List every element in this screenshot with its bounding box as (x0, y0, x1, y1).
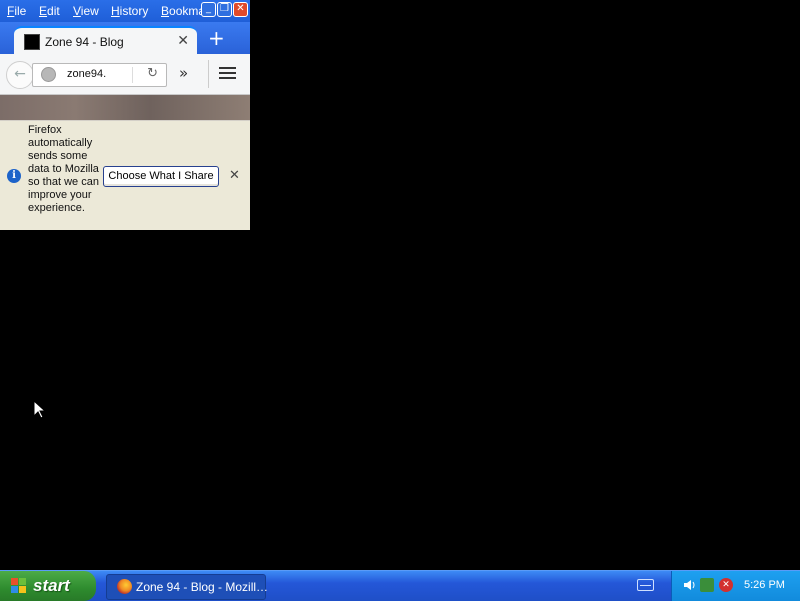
hamburger-menu-icon[interactable] (219, 67, 236, 82)
minimize-button[interactable]: _ (201, 2, 216, 17)
url-separator (132, 67, 133, 83)
menu-view[interactable]: View (73, 4, 99, 18)
clock: 5:26 PM (744, 579, 785, 591)
menu-edit[interactable]: Edit (39, 4, 60, 18)
taskbar: start Zone 94 - Blog - Mozill… ✕ 5:26 PM (0, 570, 800, 601)
tab-strip: Zone 94 - Blog ✕ + (0, 22, 250, 56)
volume-icon[interactable] (682, 578, 696, 592)
close-window-button[interactable]: ✕ (233, 2, 248, 17)
new-tab-button[interactable]: + (208, 26, 225, 50)
start-label: start (33, 576, 70, 595)
toolbar-divider (208, 60, 209, 88)
keyboard-icon[interactable] (637, 579, 654, 591)
window-controls: _ ❐ ✕ (201, 2, 248, 17)
restore-button[interactable]: ❐ (217, 2, 232, 17)
data-sharing-notification: i Firefox automatically sends some data … (0, 120, 250, 230)
page-content-header-image (0, 95, 250, 120)
tab-title: Zone 94 - Blog (45, 35, 124, 49)
windows-logo-icon (11, 578, 27, 594)
site-favicon-icon (24, 34, 40, 50)
globe-icon[interactable] (41, 67, 56, 82)
menu-bar: File Edit View History Bookmar _ ❐ ✕ (0, 0, 250, 22)
tab-zone94-blog[interactable]: Zone 94 - Blog ✕ (14, 26, 197, 56)
menu-history[interactable]: History (111, 4, 148, 18)
menu-file[interactable]: File (7, 4, 26, 18)
reload-icon[interactable]: ↻ (147, 66, 158, 81)
tab-close-icon[interactable]: ✕ (177, 33, 189, 49)
mouse-cursor-icon (33, 400, 45, 419)
security-shield-icon[interactable]: ✕ (719, 578, 733, 592)
back-arrow-icon[interactable]: ← (6, 61, 34, 89)
firefox-icon (117, 579, 132, 594)
notification-close-icon[interactable]: ✕ (229, 168, 240, 183)
info-icon: i (7, 169, 21, 183)
choose-what-i-share-button[interactable]: Choose What I Share (103, 166, 219, 187)
firefox-window: File Edit View History Bookmar _ ❐ ✕ Zon… (0, 0, 250, 230)
network-icon[interactable] (700, 578, 714, 592)
navigation-bar: ← zone94. ↻ » (0, 54, 250, 95)
url-bar[interactable]: zone94. ↻ (32, 63, 167, 87)
start-button[interactable]: start (0, 571, 96, 601)
system-tray: ✕ 5:26 PM (671, 571, 800, 601)
taskbar-button-label: Zone 94 - Blog - Mozill… (136, 580, 269, 594)
notification-text: Firefox automatically sends some data to… (28, 124, 99, 214)
url-text[interactable]: zone94. (67, 68, 106, 80)
taskbar-button-firefox[interactable]: Zone 94 - Blog - Mozill… (106, 574, 269, 600)
overflow-icon[interactable]: » (179, 64, 188, 82)
